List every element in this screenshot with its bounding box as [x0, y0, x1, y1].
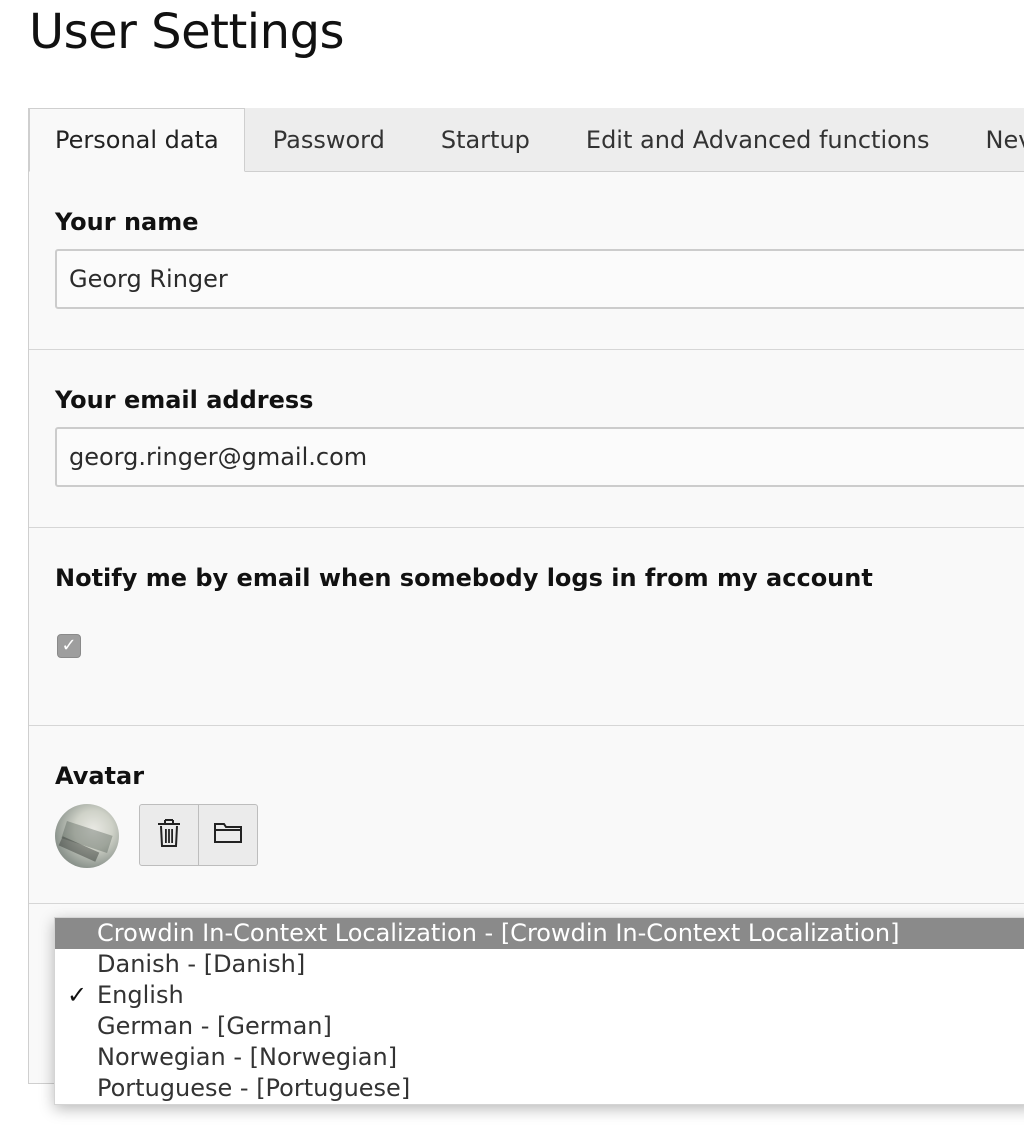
email-section: Your email address georg.ringer@gmail.co…: [29, 350, 1024, 528]
avatar-label: Avatar: [55, 762, 145, 790]
tab-edit-advanced[interactable]: Edit and Advanced functions: [558, 108, 958, 171]
email-label: Your email address: [55, 386, 314, 414]
tab-bar: Personal data Password Startup Edit and …: [29, 108, 1024, 172]
language-option-selected[interactable]: ✓ English: [55, 980, 1024, 1011]
language-option-label: Norwegian - [Norwegian]: [97, 1043, 398, 1071]
notify-checkbox[interactable]: ✓: [57, 634, 81, 658]
avatar: [55, 804, 119, 868]
language-option-label: German - [German]: [97, 1012, 332, 1040]
select-avatar-button[interactable]: [198, 805, 257, 865]
language-option[interactable]: Norwegian - [Norwegian]: [55, 1042, 1024, 1073]
folder-icon: [213, 821, 243, 849]
name-label: Your name: [55, 208, 199, 236]
name-field[interactable]: Georg Ringer: [55, 249, 1024, 309]
language-option-label: Portuguese - [Portuguese]: [97, 1074, 411, 1102]
language-option[interactable]: German - [German]: [55, 1011, 1024, 1042]
language-option-label: English: [97, 981, 184, 1009]
language-option[interactable]: Portuguese - [Portuguese]: [55, 1073, 1024, 1104]
tab-password[interactable]: Password: [245, 108, 413, 171]
tab-personal-data[interactable]: Personal data: [29, 108, 245, 172]
delete-avatar-button[interactable]: [140, 805, 198, 865]
checkmark-icon: ✓: [67, 981, 88, 1009]
trash-icon: [156, 818, 182, 852]
language-option-label: Danish - [Danish]: [97, 950, 306, 978]
page-title: User Settings: [29, 4, 345, 60]
name-section: Your name Georg Ringer: [29, 172, 1024, 350]
language-option-label: Crowdin In-Context Localization - [Crowd…: [97, 919, 900, 947]
avatar-divider: [29, 903, 1024, 904]
notify-section: Notify me by email when somebody logs in…: [29, 528, 1024, 726]
language-dropdown-list[interactable]: Crowdin In-Context Localization - [Crowd…: [54, 917, 1024, 1105]
tab-startup[interactable]: Startup: [413, 108, 558, 171]
language-option[interactable]: Danish - [Danish]: [55, 949, 1024, 980]
avatar-actions: [139, 804, 258, 866]
email-field[interactable]: georg.ringer@gmail.com: [55, 427, 1024, 487]
tab-new[interactable]: Nev: [958, 108, 1024, 171]
notify-label: Notify me by email when somebody logs in…: [55, 564, 873, 592]
language-option[interactable]: Crowdin In-Context Localization - [Crowd…: [55, 918, 1024, 949]
